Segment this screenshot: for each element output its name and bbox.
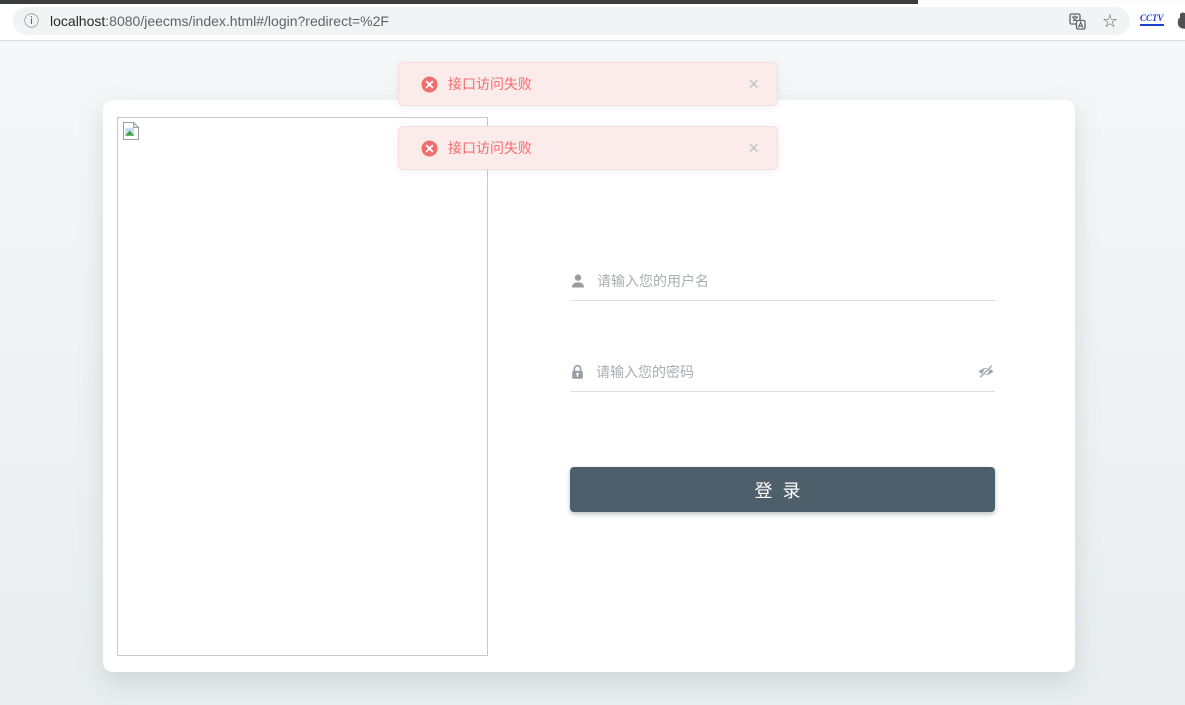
tabstrip-remnant-dark [0,0,918,4]
login-button[interactable]: 登录 [570,467,995,512]
site-info-icon[interactable]: ⓘ [24,14,39,29]
extension-icon-partial[interactable] [1176,12,1185,29]
tabstrip-remnant-light [918,0,1185,4]
error-toast: 接口访问失败 × [398,126,778,170]
url-path: :8080/jeecms/index.html#/login?redirect=… [105,13,389,29]
user-icon [571,273,585,287]
eye-off-icon [978,364,994,379]
bookmark-star-icon[interactable]: ☆ [1102,12,1118,30]
browser-toolbar: ⓘ localhost:8080/jeecms/index.html#/logi… [0,0,1185,41]
toast-close-icon[interactable]: × [748,139,759,157]
toast-message: 接口访问失败 [448,140,532,156]
username-field [570,261,995,301]
toast-message: 接口访问失败 [448,76,532,92]
translate-icon[interactable] [1069,12,1086,30]
password-input[interactable] [596,363,969,380]
error-toast: 接口访问失败 × [398,62,778,106]
url-text: localhost:8080/jeecms/index.html#/login?… [50,13,389,29]
login-card: 登录 [103,100,1075,672]
username-input[interactable] [597,272,995,289]
error-circle-icon [421,140,438,157]
password-visibility-toggle[interactable] [977,364,995,379]
login-banner-placeholder [117,117,488,656]
broken-image-icon [121,121,141,146]
url-host: localhost [50,13,106,29]
toast-close-icon[interactable]: × [748,75,759,93]
password-field [570,352,995,392]
lock-icon [572,364,583,379]
address-bar[interactable]: ⓘ localhost:8080/jeecms/index.html#/logi… [13,7,1130,35]
error-circle-icon [421,76,438,93]
cctv-extension-icon[interactable]: CCTV [1140,13,1164,26]
